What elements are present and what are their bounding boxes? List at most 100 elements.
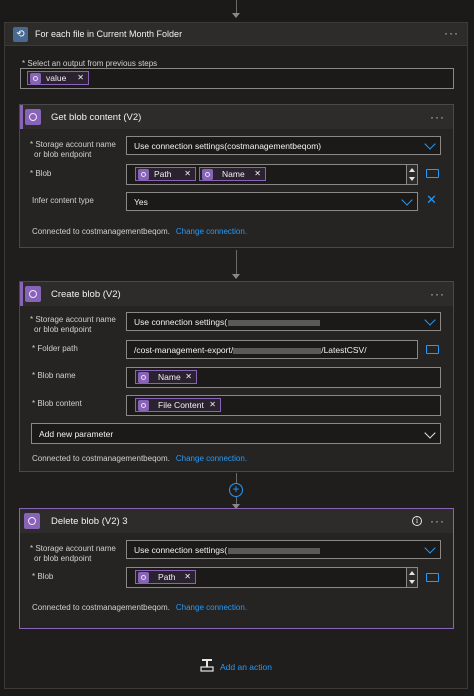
- blob-icon: [138, 169, 149, 180]
- folder-picker-icon[interactable]: [426, 345, 439, 354]
- connector-line: [236, 0, 237, 14]
- storage-account-label: * Storage account name or blob endpoint: [30, 544, 116, 564]
- storage-label-line2: or blob endpoint: [34, 554, 92, 563]
- infer-content-select[interactable]: Yes: [126, 192, 418, 211]
- get-blob-header[interactable]: Get blob content (V2) ···: [20, 105, 453, 129]
- remove-token-icon[interactable]: ✕: [184, 571, 191, 583]
- foreach-more-button[interactable]: ···: [444, 27, 459, 39]
- storage-label-line1: * Storage account name: [30, 544, 116, 553]
- chevron-down-icon: [424, 314, 436, 326]
- name-token[interactable]: Name ✕: [199, 167, 266, 181]
- storage-account-label: * Storage account name or blob endpoint: [30, 315, 116, 335]
- storage-label-line1: * Storage account name: [30, 140, 116, 149]
- blob-field[interactable]: Path ✕: [126, 567, 418, 588]
- blob-icon: [25, 109, 41, 125]
- blob-icon: [138, 400, 149, 411]
- chevron-down-icon: [424, 427, 436, 439]
- change-connection-link[interactable]: Change connection.: [176, 603, 247, 612]
- info-icon[interactable]: i: [412, 516, 422, 526]
- delete-blob-connection: Connected to costmanagementbeqom. Change …: [32, 603, 247, 612]
- get-blob-card: Get blob content (V2) ··· * Storage acco…: [19, 104, 454, 248]
- name-token-label: Name: [222, 169, 245, 179]
- storage-label-line2: or blob endpoint: [34, 325, 92, 334]
- create-blob-more-button[interactable]: ···: [430, 288, 445, 300]
- create-blob-card: Create blob (V2) ··· * Storage account n…: [19, 281, 454, 472]
- path-token[interactable]: Path ✕: [135, 570, 196, 584]
- blob-name-field[interactable]: Name ✕: [126, 367, 441, 388]
- get-blob-title: Get blob content (V2): [51, 112, 142, 123]
- remove-token-icon[interactable]: ✕: [209, 399, 216, 411]
- clear-parameter-icon[interactable]: ✕: [426, 193, 437, 206]
- add-action-icon: [200, 659, 214, 672]
- storage-account-value: Use connection settings(costmanagementbe…: [134, 141, 322, 151]
- path-token[interactable]: Path ✕: [135, 167, 196, 181]
- loop-icon: ⟲: [13, 27, 28, 42]
- chevron-down-icon: [401, 194, 413, 206]
- connector-arrow: [232, 274, 240, 279]
- delete-blob-card: Delete blob (V2) 3 i ··· * Storage accou…: [19, 508, 454, 629]
- remove-token-icon[interactable]: ✕: [77, 72, 84, 84]
- redacted-text: [233, 347, 322, 354]
- storage-account-select[interactable]: Use connection settings(costmanagementbe…: [126, 136, 441, 155]
- get-blob-more-button[interactable]: ···: [430, 111, 445, 123]
- insert-step-plus-icon[interactable]: +: [229, 483, 243, 497]
- folder-path-label: * Folder path: [32, 344, 78, 353]
- redacted-text: [228, 547, 321, 554]
- blob-scroll-stepper[interactable]: [406, 165, 417, 184]
- storage-account-select[interactable]: Use connection settings(: [126, 312, 441, 331]
- folder-path-suffix: /LatestCSV/: [321, 345, 367, 355]
- connection-text: Connected to costmanagementbeqom.: [32, 454, 170, 463]
- connection-text: Connected to costmanagementbeqom.: [32, 603, 170, 612]
- add-new-parameter-label: Add new parameter: [39, 429, 114, 439]
- change-connection-link[interactable]: Change connection.: [176, 454, 247, 463]
- remove-token-icon[interactable]: ✕: [185, 371, 192, 383]
- path-token-label: Path: [158, 572, 176, 582]
- remove-token-icon[interactable]: ✕: [184, 168, 191, 180]
- create-blob-header[interactable]: Create blob (V2) ···: [20, 282, 453, 306]
- blob-icon: [25, 286, 41, 302]
- foreach-title: For each file in Current Month Folder: [35, 29, 183, 39]
- connector-arrow: [232, 13, 240, 18]
- get-blob-connection: Connected to costmanagementbeqom. Change …: [32, 227, 247, 236]
- value-token[interactable]: value ✕: [27, 71, 89, 85]
- folder-path-field[interactable]: /cost-management-export/ /LatestCSV/: [126, 340, 418, 359]
- file-content-token[interactable]: File Content ✕: [135, 398, 221, 412]
- file-content-token-label: File Content: [158, 400, 204, 410]
- name-token-label: Name: [158, 372, 181, 382]
- folder-picker-icon[interactable]: [426, 169, 439, 178]
- chevron-down-icon: [424, 542, 436, 554]
- blob-name-label: * Blob name: [32, 371, 76, 380]
- add-action-label: Add an action: [220, 662, 272, 672]
- blob-icon: [30, 73, 41, 84]
- storage-label-line2: or blob endpoint: [34, 150, 92, 159]
- storage-account-select[interactable]: Use connection settings(: [126, 540, 441, 559]
- foreach-header[interactable]: ⟲ For each file in Current Month Folder …: [4, 22, 468, 46]
- add-new-parameter-select[interactable]: Add new parameter: [31, 423, 441, 444]
- delete-blob-header[interactable]: Delete blob (V2) 3 i ···: [20, 509, 453, 533]
- folder-picker-icon[interactable]: [426, 573, 439, 582]
- name-token[interactable]: Name ✕: [135, 370, 197, 384]
- create-blob-connection: Connected to costmanagementbeqom. Change …: [32, 454, 247, 463]
- add-action-button[interactable]: Add an action: [200, 657, 280, 675]
- blob-content-field[interactable]: File Content ✕: [126, 395, 441, 416]
- blob-icon: [202, 169, 213, 180]
- storage-account-value: Use connection settings(: [134, 541, 321, 559]
- blob-label: * Blob: [32, 572, 54, 581]
- infer-content-value: Yes: [134, 197, 148, 207]
- blob-field[interactable]: Path ✕ Name ✕: [126, 164, 418, 185]
- folder-path-value: /cost-management-export/ /LatestCSV/: [134, 341, 367, 359]
- value-token-label: value: [46, 73, 67, 83]
- blob-content-label: * Blob content: [32, 399, 82, 408]
- connection-text: Connected to costmanagementbeqom.: [32, 227, 170, 236]
- blob-icon: [24, 513, 40, 529]
- remove-token-icon[interactable]: ✕: [254, 168, 261, 180]
- chevron-down-icon: [424, 138, 436, 150]
- accent-bar: [20, 282, 23, 306]
- change-connection-link[interactable]: Change connection.: [176, 227, 247, 236]
- select-output-field[interactable]: value ✕: [20, 68, 454, 89]
- infer-content-label: Infer content type: [32, 196, 94, 205]
- storage-account-label: * Storage account name or blob endpoint: [30, 140, 116, 160]
- blob-scroll-stepper[interactable]: [406, 568, 417, 587]
- delete-blob-more-button[interactable]: ···: [430, 515, 445, 527]
- create-blob-title: Create blob (V2): [51, 289, 121, 300]
